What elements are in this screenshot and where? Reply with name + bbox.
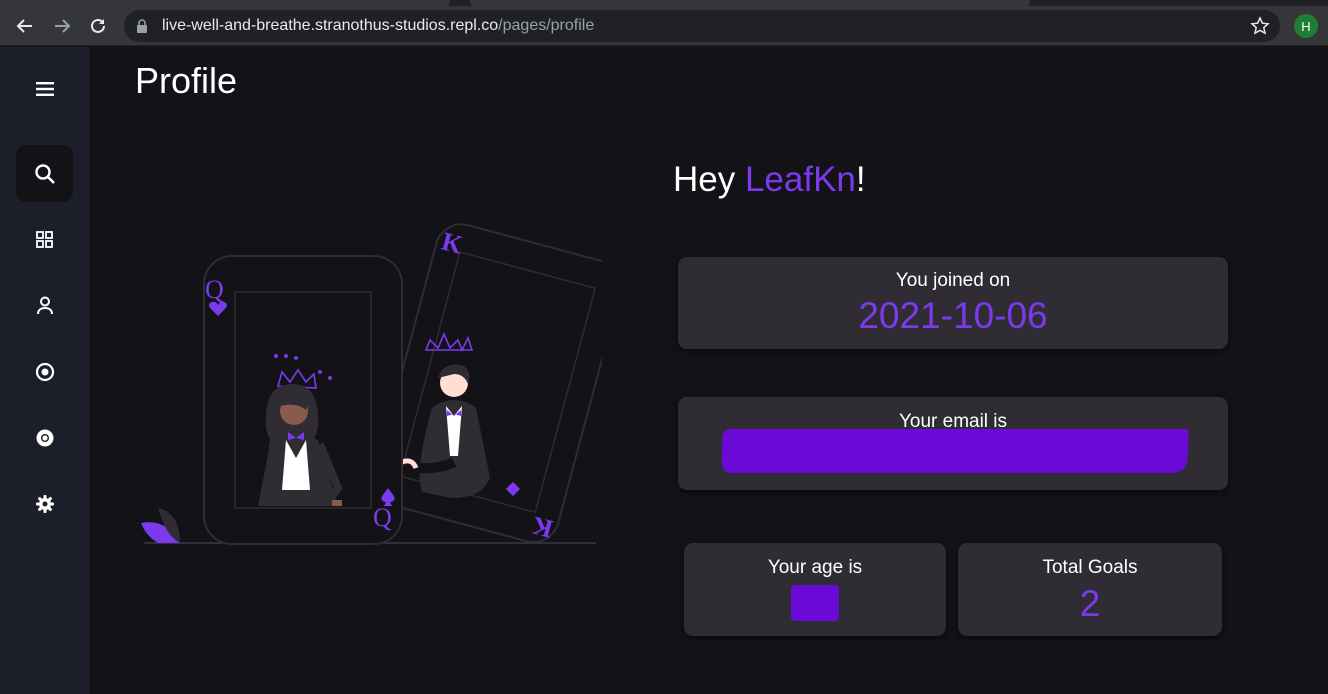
reload-button[interactable]: [86, 14, 110, 38]
bookmark-star-icon[interactable]: [1250, 16, 1270, 36]
page-title: Profile: [135, 60, 238, 101]
greeting-prefix: Hey: [673, 160, 745, 199]
goals-label: Total Goals: [1042, 557, 1138, 578]
sidebar: [0, 47, 90, 694]
target-icon: [35, 362, 54, 381]
arrow-right-icon: [55, 19, 71, 33]
back-button[interactable]: [13, 14, 37, 38]
menu-icon: [35, 81, 54, 96]
goals-value: 2: [1079, 583, 1101, 624]
svg-text:Q: Q: [205, 275, 224, 304]
username: LeafKn: [744, 160, 856, 199]
arrow-left-icon: [16, 19, 32, 33]
sidebar-item-profile[interactable]: [16, 277, 73, 334]
url-text: live-well-and-breathe.stranothus-studios…: [162, 17, 594, 35]
address-bar[interactable]: live-well-and-breathe.stranothus-studios…: [124, 10, 1280, 42]
url-path: /pages/profile: [498, 17, 595, 34]
sidebar-item-settings[interactable]: [16, 475, 73, 532]
browser-toolbar: live-well-and-breathe.stranothus-studios…: [0, 6, 1328, 46]
joined-date-value: 2021-10-06: [858, 295, 1048, 336]
sidebar-item-dashboard[interactable]: [16, 211, 73, 268]
reload-icon: [91, 18, 105, 33]
sidebar-item-goals[interactable]: [16, 343, 73, 400]
joined-date-card: You joined on 2021-10-06: [678, 257, 1228, 349]
svg-text:Q: Q: [373, 503, 392, 532]
email-card: Your email is: [678, 397, 1228, 490]
profile-avatar[interactable]: H: [1294, 14, 1318, 38]
greeting-suffix: !: [855, 160, 866, 199]
sidebar-item-browser[interactable]: [16, 409, 73, 466]
sidebar-item-search[interactable]: [16, 145, 73, 202]
lock-icon: [137, 19, 147, 33]
total-goals-card: Total Goals 2: [958, 543, 1222, 636]
chrome-icon: [36, 429, 53, 446]
email-redaction: [721, 429, 1189, 473]
user-icon: [36, 296, 53, 315]
age-label: Your age is: [767, 557, 863, 578]
grid-icon: [36, 231, 53, 248]
sidebar-menu-toggle[interactable]: [16, 60, 73, 117]
url-host: live-well-and-breathe.stranothus-studios…: [162, 17, 499, 34]
gear-icon: [35, 494, 54, 513]
forward-button[interactable]: [50, 14, 74, 38]
joined-label: You joined on: [895, 270, 1011, 291]
search-icon: [34, 163, 55, 184]
age-card: Your age is: [684, 543, 946, 636]
age-redaction: [791, 585, 839, 621]
playing-cards-illustration: K K Q Q: [136, 218, 622, 548]
greeting: Hey LeafKn!: [673, 160, 866, 200]
